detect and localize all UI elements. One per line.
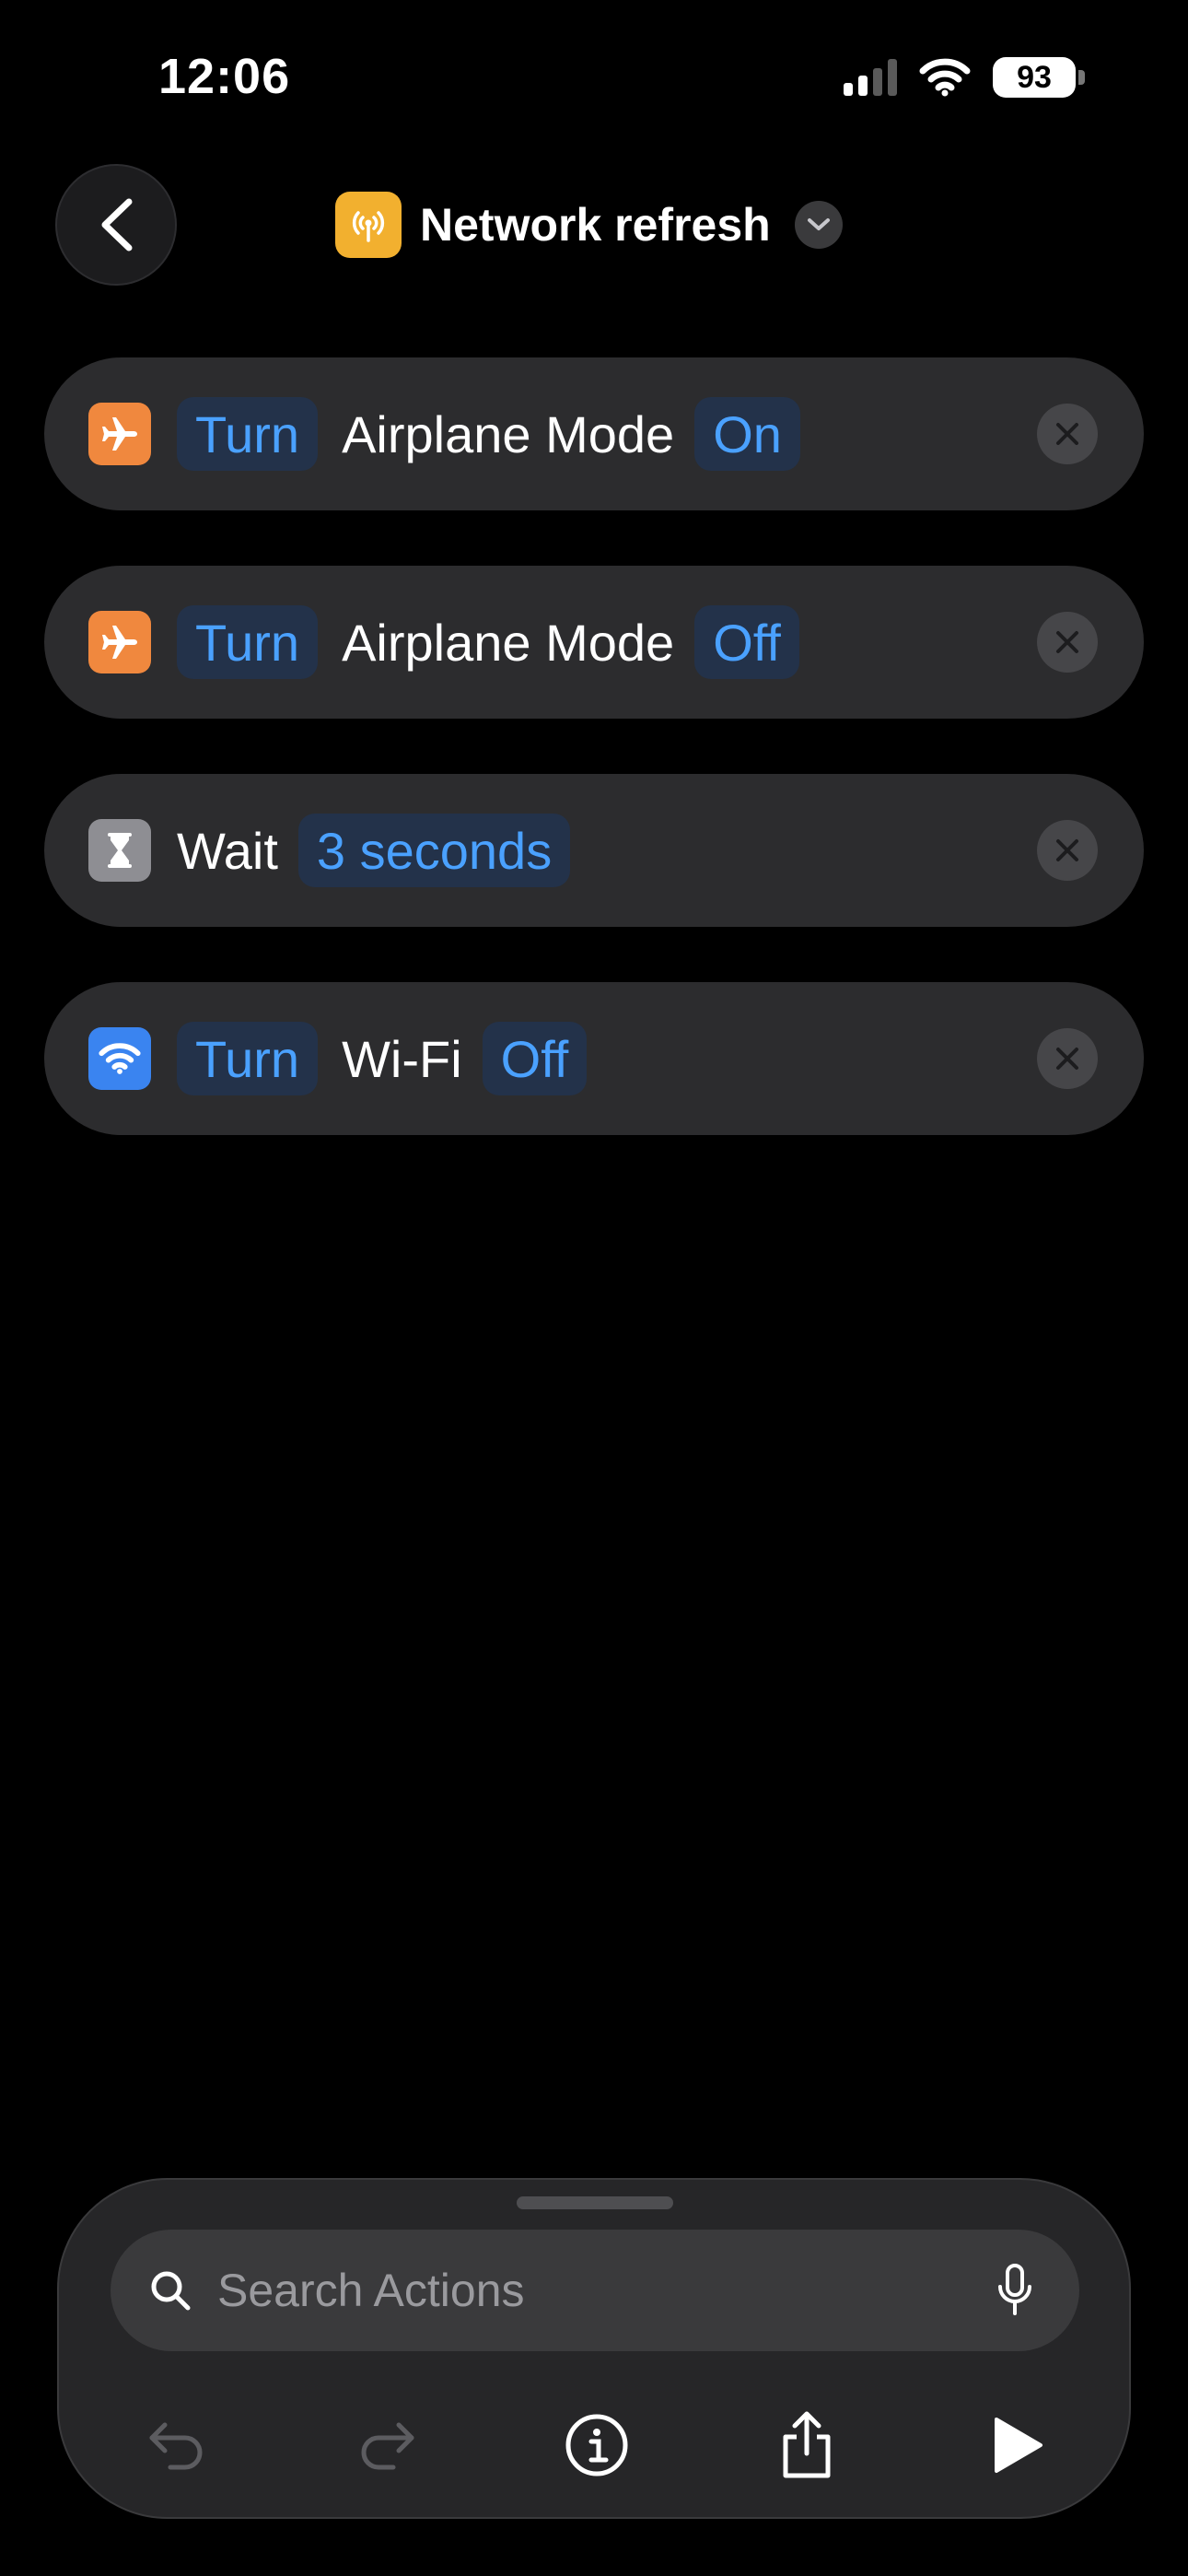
- close-icon: [1056, 839, 1078, 861]
- undo-button[interactable]: [140, 2408, 214, 2482]
- action-turn-airplane-mode-on[interactable]: Turn Airplane Mode On: [44, 357, 1144, 510]
- remove-action-button[interactable]: [1037, 404, 1098, 464]
- verb-token[interactable]: Turn: [177, 397, 319, 471]
- hourglass-icon: [88, 819, 151, 882]
- shortcut-title-menu[interactable]: Network refresh: [335, 190, 843, 260]
- search-icon: [151, 2271, 191, 2311]
- action-wait[interactable]: Wait 3 seconds: [44, 774, 1144, 927]
- cellular-signal-icon: [844, 59, 897, 96]
- close-icon: [1056, 631, 1078, 653]
- action-target: Wi-Fi: [342, 1029, 462, 1088]
- status-icons: 93: [844, 57, 1085, 98]
- verb-token[interactable]: Turn: [177, 605, 319, 679]
- remove-action-button[interactable]: [1037, 1028, 1098, 1089]
- chevron-down-icon[interactable]: [794, 201, 843, 249]
- wifi-icon: [88, 1027, 151, 1090]
- close-icon: [1056, 423, 1078, 445]
- value-token[interactable]: Off: [482, 1022, 588, 1095]
- action-turn-wifi-off[interactable]: Turn Wi-Fi Off: [44, 982, 1144, 1135]
- shortcut-title: Network refresh: [420, 199, 771, 251]
- sheet-grabber[interactable]: [517, 2196, 673, 2209]
- share-icon: [783, 2411, 831, 2478]
- duration-token[interactable]: 3 seconds: [297, 814, 571, 887]
- share-button[interactable]: [770, 2408, 844, 2482]
- search-actions-field[interactable]: Search Actions: [111, 2230, 1079, 2351]
- status-time: 12:06: [158, 49, 291, 104]
- bottom-toolbar: [59, 2383, 1129, 2502]
- shortcut-icon: [335, 192, 402, 258]
- antenna-broadcast-icon: [352, 211, 385, 242]
- action-target: Airplane Mode: [342, 613, 675, 672]
- info-icon: [565, 2414, 628, 2476]
- redo-icon: [361, 2422, 414, 2470]
- microphone-icon[interactable]: [996, 2263, 1033, 2318]
- back-button[interactable]: [55, 164, 177, 286]
- wifi-status-icon: [919, 58, 971, 97]
- play-icon: [995, 2418, 1042, 2473]
- airplane-icon: [88, 403, 151, 465]
- remove-action-button[interactable]: [1037, 612, 1098, 673]
- search-placeholder: Search Actions: [217, 2265, 525, 2316]
- airplane-icon: [88, 611, 151, 673]
- redo-button[interactable]: [350, 2408, 424, 2482]
- value-token[interactable]: On: [694, 397, 800, 471]
- actions-sheet: Search Actions: [57, 2178, 1131, 2519]
- info-button[interactable]: [560, 2408, 634, 2482]
- value-token[interactable]: Off: [694, 605, 799, 679]
- run-button[interactable]: [980, 2408, 1054, 2482]
- remove-action-button[interactable]: [1037, 820, 1098, 881]
- undo-icon: [149, 2422, 203, 2470]
- action-verb: Wait: [177, 821, 278, 880]
- action-turn-airplane-mode-off[interactable]: Turn Airplane Mode Off: [44, 566, 1144, 719]
- verb-token[interactable]: Turn: [177, 1022, 319, 1095]
- battery-icon: 93: [993, 57, 1085, 98]
- close-icon: [1056, 1048, 1078, 1070]
- chevron-left-icon: [101, 198, 133, 252]
- battery-level: 93: [993, 57, 1076, 98]
- action-target: Airplane Mode: [342, 404, 675, 463]
